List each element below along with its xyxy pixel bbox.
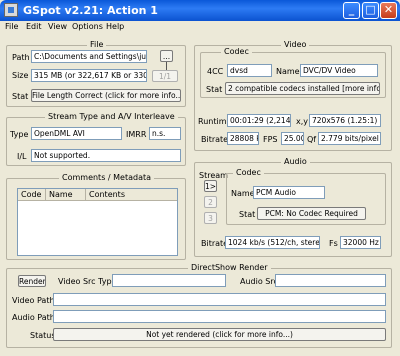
video-codec-title: Codec xyxy=(221,47,252,57)
column-header-code[interactable]: Code xyxy=(18,189,46,201)
video-src-type-field[interactable] xyxy=(112,274,226,287)
il-label: I/L xyxy=(17,152,27,161)
audio-group-title: Audio xyxy=(281,157,310,167)
app-icon[interactable] xyxy=(4,3,18,17)
video-stat-label: Stat xyxy=(206,85,223,94)
audio-path-label: Audio Path xyxy=(12,313,55,322)
audio-stream-2-button[interactable]: 2 xyxy=(204,196,217,208)
audio-stat-button[interactable]: PCM: No Codec Required xyxy=(257,207,366,220)
column-header-contents[interactable]: Contents xyxy=(86,189,177,201)
audio-bitrate-field[interactable]: 1024 kb/s (512/ch, stereo) xyxy=(225,236,320,249)
comments-title: Comments / Metadata xyxy=(59,173,155,183)
window-title: GSpot v2.21: Action 1 xyxy=(23,4,158,17)
menu-view[interactable]: View xyxy=(48,22,67,31)
connector-line xyxy=(166,62,167,70)
video-src-type-label: Video Src Type xyxy=(58,277,117,286)
size-field[interactable]: 315 MB (or 322,617 KB or 330,36 xyxy=(31,69,147,82)
type-field[interactable]: OpenDML AVI xyxy=(31,127,122,140)
menu-file[interactable]: File xyxy=(5,22,18,31)
path-label: Path xyxy=(12,53,30,62)
stream-type-title: Stream Type and A/V Interleave xyxy=(45,112,178,122)
video-path-label: Video Path xyxy=(12,296,55,305)
close-button[interactable]: ✕ xyxy=(380,2,397,19)
audio-codec-title: Codec xyxy=(233,168,264,178)
browse-button[interactable]: ... xyxy=(160,50,173,62)
file-group-title: File xyxy=(87,40,107,50)
column-header-name[interactable]: Name xyxy=(46,189,86,201)
fourcc-label: 4CC xyxy=(207,67,224,76)
imrr-field[interactable]: n.s. xyxy=(149,127,181,140)
audio-src-field[interactable] xyxy=(275,274,386,287)
video-bitrate-label: Bitrate xyxy=(201,135,229,144)
menu-edit[interactable]: Edit xyxy=(26,22,42,31)
il-field[interactable]: Not supported. xyxy=(31,149,181,162)
video-bitrate-field[interactable]: 28808 k xyxy=(227,132,259,145)
title-bar: GSpot v2.21: Action 1 _ □ ✕ xyxy=(0,0,400,21)
size-label: Size xyxy=(12,71,29,80)
maximize-button[interactable]: □ xyxy=(362,2,379,19)
video-path-field[interactable] xyxy=(53,293,386,306)
menu-bar: File Edit View Options Help xyxy=(0,21,400,35)
render-button[interactable]: Render xyxy=(18,275,46,287)
fps-field[interactable]: 25.00 xyxy=(281,132,304,145)
audio-stat-label: Stat xyxy=(239,210,256,219)
qf-label: Qf xyxy=(307,135,317,144)
audio-name-field[interactable]: PCM Audio xyxy=(253,186,325,199)
video-stat-button[interactable]: 2 compatible codecs installed [more info… xyxy=(225,82,380,95)
render-status-button[interactable]: Not yet rendered (click for more info...… xyxy=(53,328,386,341)
audio-name-label: Name xyxy=(231,189,255,198)
directshow-title: DirectShow Render xyxy=(188,263,271,273)
status-label: Status xyxy=(30,331,56,340)
size-nav-button[interactable]: 1/1 xyxy=(152,70,178,82)
xy-label: x,y xyxy=(296,117,309,126)
fourcc-field[interactable]: dvsd xyxy=(227,64,272,77)
file-stat-label: Stat xyxy=(12,92,29,101)
file-stat-button[interactable]: File Length Correct (click for more info… xyxy=(31,89,181,102)
path-field[interactable]: C:\Documents and Settings\julien xyxy=(31,50,147,63)
qf-field[interactable]: 2.779 bits/pixel xyxy=(318,132,381,145)
video-group-title: Video xyxy=(281,40,310,50)
fps-label: FPS xyxy=(263,135,278,144)
type-label: Type xyxy=(10,130,29,139)
fs-field[interactable]: 32000 Hz xyxy=(340,236,381,249)
video-name-label: Name xyxy=(276,67,300,76)
runtime-field[interactable]: 00:01:29 (2,214 fr) xyxy=(227,114,291,127)
audio-stream-3-button[interactable]: 3 xyxy=(204,212,217,224)
video-name-field[interactable]: DVC/DV Video xyxy=(300,64,378,77)
audio-stream-1-button[interactable]: 1> xyxy=(204,180,217,192)
audio-src-label: Audio Src xyxy=(240,277,278,286)
minimize-button[interactable]: _ xyxy=(343,2,360,19)
resolution-field[interactable]: 720x576 (1.25:1) [=5 xyxy=(309,114,381,127)
menu-help[interactable]: Help xyxy=(106,22,124,31)
audio-path-field[interactable] xyxy=(53,310,386,323)
imrr-label: IMRR xyxy=(126,130,147,139)
comments-list[interactable]: Code Name Contents xyxy=(17,188,178,256)
fs-label: Fs xyxy=(329,239,338,248)
menu-options[interactable]: Options xyxy=(72,22,103,31)
